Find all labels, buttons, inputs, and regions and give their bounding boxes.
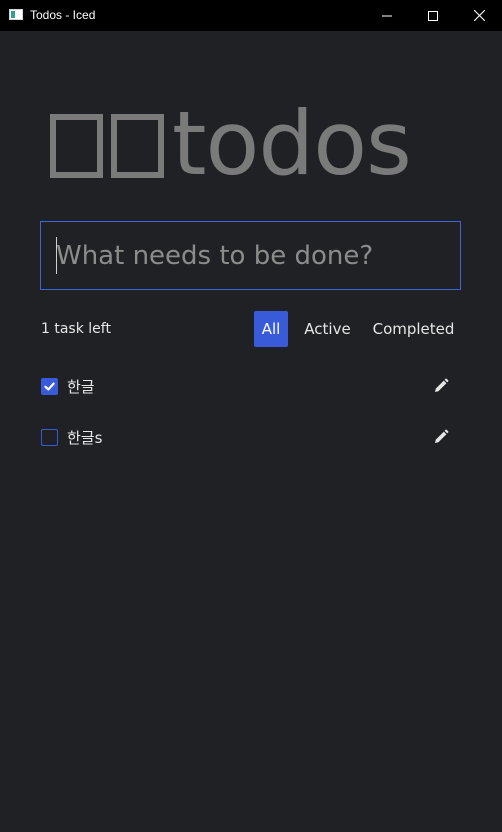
close-button[interactable] [456,0,502,31]
app-icon [9,9,23,20]
window-title: Todos - Iced [30,8,96,22]
tasks-left-count: 1 task left [41,321,111,337]
pencil-icon [435,429,449,443]
close-icon [473,10,485,21]
task-label[interactable]: 한글s [67,427,102,449]
task-label[interactable]: 한글 [67,376,95,398]
maximize-icon [428,10,438,21]
page-title-text: todos [172,92,412,195]
minimize-icon [382,15,392,16]
edit-task-button[interactable] [433,429,449,445]
new-todo-input[interactable] [40,221,461,290]
filter-completed-button[interactable]: Completed [367,311,460,347]
filter-all-button[interactable]: All [254,311,288,347]
page-title: todos [50,92,412,200]
task-item: 한글 [41,375,461,399]
text-caret [56,237,57,274]
minimize-button[interactable] [364,0,410,31]
check-icon [44,382,55,391]
missing-glyph-boxes [50,92,172,200]
task-checkbox[interactable] [41,378,58,395]
pencil-icon [435,378,449,392]
task-checkbox[interactable] [41,429,58,446]
filter-active-button[interactable]: Active [299,311,356,347]
maximize-button[interactable] [410,0,456,31]
task-item: 한글s [41,426,461,450]
window-titlebar: Todos - Iced [0,0,502,31]
edit-task-button[interactable] [433,378,449,394]
